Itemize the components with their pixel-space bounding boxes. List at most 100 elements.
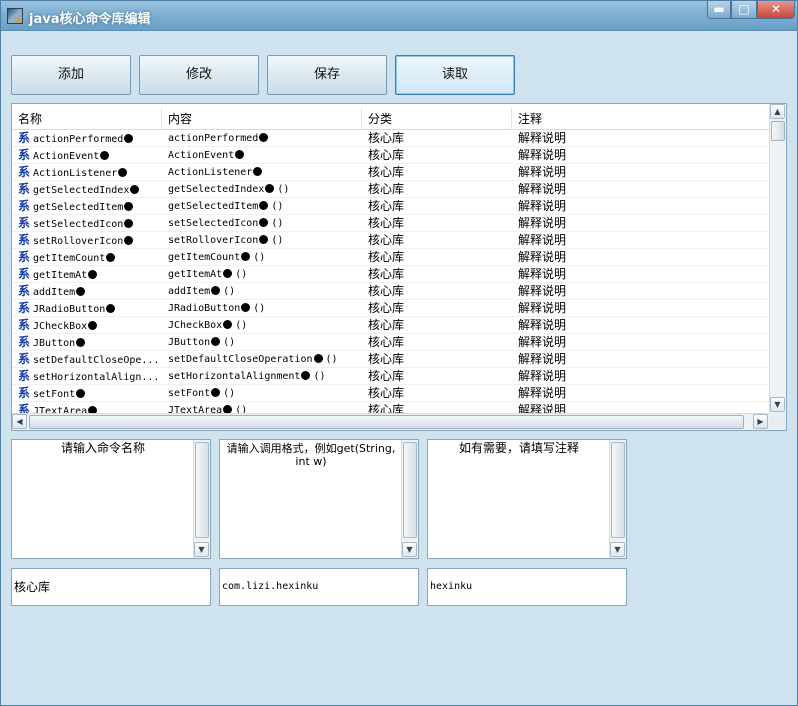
cell-category: 核心库 bbox=[362, 215, 512, 232]
cell-note: 解释说明 bbox=[512, 368, 770, 385]
table-row[interactable]: 系 ActionListener ActionListener 核心库 解释说明 bbox=[12, 164, 770, 181]
cell-name: 系 getItemAt bbox=[12, 266, 162, 283]
table-row[interactable]: 系 getSelectedIndex getSelectedIndex() 核心库 解释… bbox=[12, 181, 770, 198]
table-row[interactable]: 系 actionPerformed actionPerformed 核心库 解释说明 bbox=[12, 130, 770, 147]
column-header-name[interactable]: 名称 bbox=[12, 108, 162, 130]
scroll-down-icon[interactable]: ▼ bbox=[770, 397, 785, 412]
table-header: 名称 内容 分类 注释 bbox=[12, 108, 770, 130]
note-textarea-scroll-thumb[interactable] bbox=[611, 442, 625, 538]
cell-name: 系 JCheckBox bbox=[12, 317, 162, 334]
package-field[interactable]: com.lizi.hexinku bbox=[219, 568, 419, 606]
note-textarea[interactable]: 如有需要，请填写注释 ▼ bbox=[427, 439, 627, 559]
maximize-button[interactable]: □ bbox=[731, 1, 757, 19]
column-header-note[interactable]: 注释 bbox=[512, 108, 770, 130]
content-textarea-scroll-thumb[interactable] bbox=[403, 442, 417, 538]
name-textarea-scrollbar[interactable]: ▼ bbox=[193, 440, 210, 558]
close-button[interactable]: ✕ bbox=[757, 1, 795, 19]
add-button[interactable]: 添加 bbox=[11, 55, 131, 95]
column-header-category[interactable]: 分类 bbox=[362, 108, 512, 130]
row-type-icon: 系 bbox=[18, 199, 31, 213]
cell-content: JCheckBox () bbox=[162, 317, 362, 334]
row-type-icon: 系 bbox=[18, 131, 31, 145]
cell-name: 系 setSelectedIcon bbox=[12, 215, 162, 232]
horizontal-scroll-thumb[interactable] bbox=[29, 415, 744, 429]
vertical-scroll-thumb[interactable] bbox=[771, 121, 785, 141]
scroll-down-icon[interactable]: ▼ bbox=[402, 542, 417, 557]
table-row[interactable]: 系 ActionEvent ActionEvent 核心库 解释说明 bbox=[12, 147, 770, 164]
row-name-text: getItemAt bbox=[33, 270, 88, 281]
scrollbar-corner bbox=[769, 413, 786, 430]
cell-category: 核心库 bbox=[362, 334, 512, 351]
row-content-text: ActionEvent bbox=[168, 150, 235, 161]
row-content-text: setHorizontalAlignment bbox=[168, 371, 301, 382]
scroll-left-icon[interactable]: ◀ bbox=[12, 414, 27, 429]
table-row[interactable]: 系 setDefaultCloseOpe... setDefaultCloseOpe… bbox=[12, 351, 770, 368]
name-textarea-scroll-thumb[interactable] bbox=[195, 442, 209, 538]
cell-category: 核心库 bbox=[362, 283, 512, 300]
edit-button[interactable]: 修改 bbox=[139, 55, 259, 95]
cell-name: 系 ActionListener bbox=[12, 164, 162, 181]
window-title: java核心命令库编辑 bbox=[29, 12, 151, 27]
note-textarea-text: 如有需要，请填写注释 bbox=[458, 441, 579, 455]
table-horizontal-scrollbar[interactable]: ◀ ▶ bbox=[12, 413, 770, 430]
save-button[interactable]: 保存 bbox=[267, 55, 387, 95]
row-content-suffix: () bbox=[253, 303, 266, 314]
table-row[interactable]: 系 JRadioButton JRadioButton() 核心库 解释说明 bbox=[12, 300, 770, 317]
cell-note: 解释说明 bbox=[512, 147, 770, 164]
row-name-text: JRadioButton bbox=[33, 304, 106, 315]
cell-category: 核心库 bbox=[362, 385, 512, 402]
row-name-text: setDefaultCloseOpe... bbox=[33, 355, 160, 366]
bullet-icon bbox=[259, 201, 269, 210]
command-table[interactable]: 名称 内容 分类 注释 系 actionPerformed actionPerfor… bbox=[11, 103, 787, 431]
title-bar[interactable]: java核心命令库编辑 ▬ □ ✕ bbox=[1, 1, 797, 31]
table-row[interactable]: 系 getSelectedItem getSelectedItem() 核心库 解释说明 bbox=[12, 198, 770, 215]
row-name-text: actionPerformed bbox=[33, 134, 124, 145]
row-name-text: getSelectedItem bbox=[33, 202, 124, 213]
table-row[interactable]: 系 addItem addItem() 核心库 解释说明 bbox=[12, 283, 770, 300]
bullet-icon bbox=[211, 388, 221, 397]
table-row[interactable]: 系 getItemAt getItemAt() 核心库 解释说明 bbox=[12, 266, 770, 283]
scroll-down-icon[interactable]: ▼ bbox=[194, 542, 209, 557]
content-textarea-scrollbar[interactable]: ▼ bbox=[401, 440, 418, 558]
cell-category: 核心库 bbox=[362, 317, 512, 334]
cell-content: setHorizontalAlignment () bbox=[162, 368, 362, 385]
row-content-suffix: () bbox=[325, 354, 338, 365]
cell-category: 核心库 bbox=[362, 147, 512, 164]
row-type-icon: 系 bbox=[18, 318, 31, 332]
cell-category: 核心库 bbox=[362, 181, 512, 198]
library-field[interactable]: hexinku bbox=[427, 568, 627, 606]
category-field[interactable]: 核心库 bbox=[11, 568, 211, 606]
table-vertical-scrollbar[interactable]: ▲ ▼ bbox=[769, 104, 786, 414]
row-content-suffix: () bbox=[277, 184, 290, 195]
table-row[interactable]: 系 setFont setFont() 核心库 解释说明 bbox=[12, 385, 770, 402]
scroll-right-icon[interactable]: ▶ bbox=[753, 414, 768, 429]
cell-content: getSelectedItem () bbox=[162, 198, 362, 215]
bullet-icon bbox=[313, 354, 323, 363]
cell-category: 核心库 bbox=[362, 351, 512, 368]
table-row[interactable]: 系 JButton JButton() 核心库 解释说明 bbox=[12, 334, 770, 351]
scroll-down-icon[interactable]: ▼ bbox=[610, 542, 625, 557]
bullet-icon bbox=[223, 269, 233, 278]
table-row[interactable]: 系 getItemCount getItemCount() 核心库 解释说明 bbox=[12, 249, 770, 266]
row-name-text: setRolloverIcon bbox=[33, 236, 124, 247]
table-row[interactable]: 系 setSelectedIcon setSelectedIcon() 核心库 解释说明 bbox=[12, 215, 770, 232]
table-row[interactable]: 系 setRolloverIcon setRolloverIcon() 核心库 解释说明 bbox=[12, 232, 770, 249]
bullet-icon bbox=[124, 134, 134, 143]
name-textarea-text: 请输入命令名称 bbox=[60, 441, 145, 455]
minimize-button[interactable]: ▬ bbox=[707, 1, 731, 19]
scroll-up-icon[interactable]: ▲ bbox=[770, 104, 785, 119]
row-type-icon: 系 bbox=[18, 369, 31, 383]
table-row[interactable]: 系 JCheckBox JCheckBox() 核心库 解释说明 bbox=[12, 317, 770, 334]
read-button[interactable]: 读取 bbox=[395, 55, 515, 95]
column-header-content[interactable]: 内容 bbox=[162, 108, 362, 130]
cell-name: 系 addItem bbox=[12, 283, 162, 300]
name-textarea[interactable]: 请输入命令名称 ▼ bbox=[11, 439, 211, 559]
bullet-icon bbox=[76, 338, 86, 347]
cell-note: 解释说明 bbox=[512, 334, 770, 351]
row-type-icon: 系 bbox=[18, 250, 31, 264]
table-row[interactable]: 系 setHorizontalAlign... setHorizontalAlign… bbox=[12, 368, 770, 385]
note-textarea-scrollbar[interactable]: ▼ bbox=[609, 440, 626, 558]
row-name-text: ActionListener bbox=[33, 168, 118, 179]
cell-note: 解释说明 bbox=[512, 283, 770, 300]
content-textarea[interactable]: 请输入调用格式，例如get(String, int w) ▼ bbox=[219, 439, 419, 559]
